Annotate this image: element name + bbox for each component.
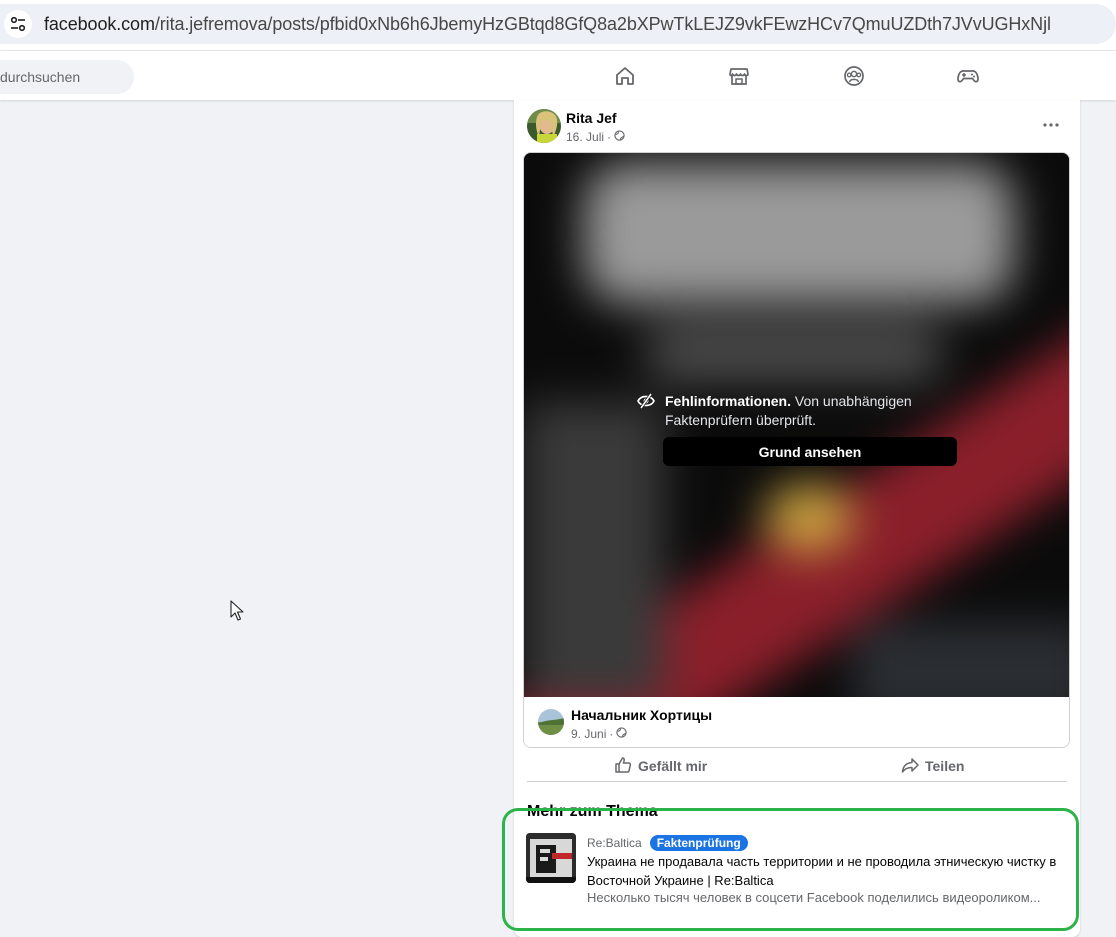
- groups-icon[interactable]: [842, 64, 866, 88]
- tune-icon[interactable]: [4, 10, 32, 38]
- shared-author[interactable]: Начальник Хортицы: [571, 707, 712, 723]
- warning-text: Fehlinformationen. Von unabhängigen Fakt…: [665, 392, 955, 430]
- shared-meta: 9. Juni ·: [571, 727, 628, 741]
- globe-icon: [616, 727, 628, 741]
- like-label: Gefällt mir: [638, 758, 708, 774]
- eye-slash-icon: [637, 393, 655, 414]
- author-avatar[interactable]: [527, 109, 561, 143]
- facebook-navbar: durchsuchen: [0, 50, 1116, 100]
- source-name[interactable]: Re:Baltica: [587, 836, 642, 850]
- home-icon[interactable]: [613, 64, 637, 88]
- url-text[interactable]: facebook.com/rita.jefremova/posts/pfbid0…: [44, 14, 1051, 35]
- fact-check-badge: Faktenprüfung: [649, 835, 748, 851]
- mouse-cursor-icon: [230, 600, 246, 622]
- see-why-button[interactable]: Grund ansehen: [663, 437, 957, 466]
- like-button[interactable]: Gefällt mir: [614, 753, 707, 779]
- browser-toolbar: facebook.com/rita.jefremova/posts/pfbid0…: [0, 0, 1116, 50]
- post-author[interactable]: Rita Jef: [566, 110, 617, 126]
- share-label: Teilen: [925, 758, 965, 774]
- shared-post[interactable]: Fehlinformationen. Von unabhängigen Fakt…: [523, 152, 1070, 748]
- article-thumbnail[interactable]: [526, 833, 576, 883]
- marketplace-icon[interactable]: [727, 64, 751, 88]
- url-path: /rita.jefremova/posts/pfbid0xNb6h6JbemyH…: [154, 14, 1051, 34]
- shared-author-avatar[interactable]: [538, 709, 564, 735]
- share-button[interactable]: Teilen: [901, 753, 964, 779]
- shared-post-header: Начальник Хортицы 9. Juni ·: [524, 697, 1069, 747]
- search-placeholder: durchsuchen: [0, 69, 81, 85]
- address-bar[interactable]: facebook.com/rita.jefremova/posts/pfbid0…: [0, 4, 1116, 44]
- gaming-icon[interactable]: [956, 64, 980, 88]
- post-actions: Gefällt mir Teilen: [527, 751, 1067, 781]
- post-date[interactable]: 16. Juli: [566, 130, 604, 144]
- more-options-icon[interactable]: [1036, 113, 1066, 137]
- misinformation-warning: Fehlinformationen. Von unabhängigen Fakt…: [637, 392, 967, 466]
- shared-date[interactable]: 9. Juni: [571, 727, 606, 741]
- article-description: Несколько тысяч человек в соцсети Facebo…: [587, 890, 1041, 905]
- url-host: facebook.com: [44, 14, 155, 34]
- search-input[interactable]: durchsuchen: [0, 60, 134, 94]
- post-meta: 16. Juli ·: [566, 130, 625, 144]
- meta-separator: ·: [609, 727, 614, 741]
- globe-icon: [614, 130, 625, 144]
- article-source: Re:Baltica Faktenprüfung: [587, 835, 748, 851]
- related-heading: Mehr zum Thema: [527, 803, 658, 820]
- post-card: Rita Jef 16. Juli · Fehlinformationen. V…: [514, 100, 1080, 937]
- meta-separator: ·: [607, 130, 612, 144]
- blurred-media[interactable]: Fehlinformationen. Von unabhängigen Fakt…: [524, 153, 1069, 697]
- thumbs-up-icon: [614, 756, 632, 777]
- related-article[interactable]: Re:Baltica Faktenprüfung Украина не прод…: [526, 833, 1066, 905]
- share-arrow-icon: [901, 756, 919, 777]
- warning-title: Fehlinformationen.: [665, 393, 791, 409]
- actions-divider: [527, 781, 1067, 782]
- article-title[interactable]: Украина не продавала часть территории и …: [587, 852, 1057, 890]
